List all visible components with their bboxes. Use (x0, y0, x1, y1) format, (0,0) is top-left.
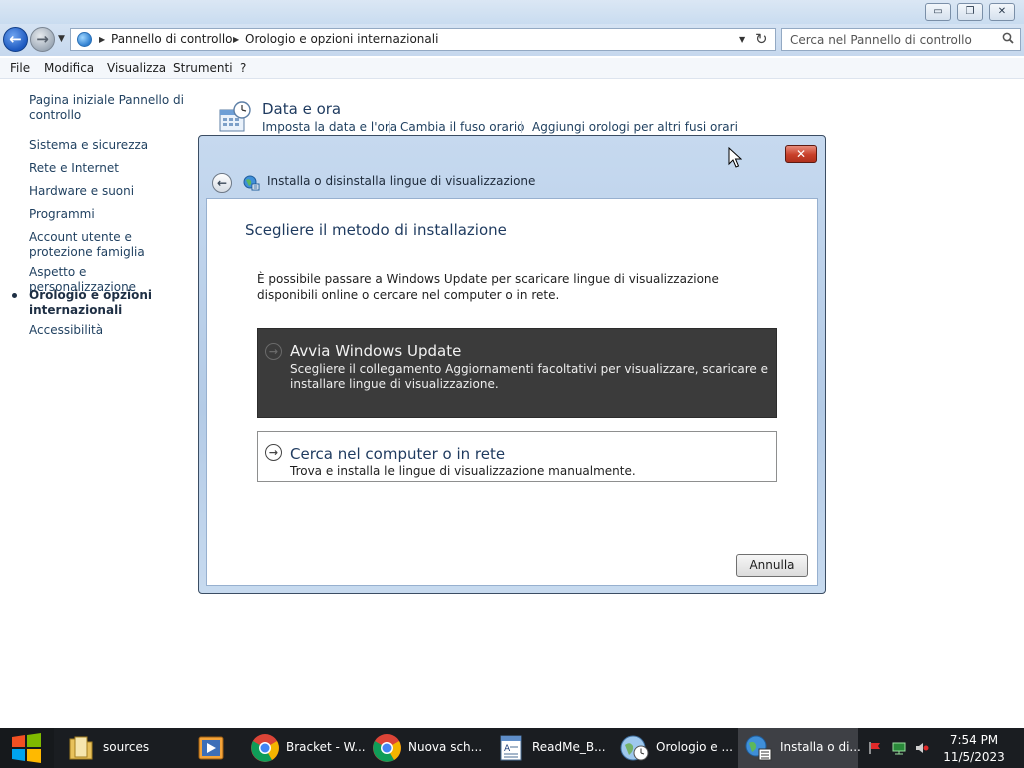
dialog-heading: Scegliere il metodo di installazione (245, 221, 507, 239)
chrome-icon (251, 734, 279, 762)
chrome-icon (373, 734, 401, 762)
address-row: ← → ▼ ▶ Pannello di controllo ▶ Orologio… (0, 24, 1024, 56)
minimize-button[interactable]: ▭ (925, 3, 951, 21)
folder-icon (69, 736, 93, 760)
close-button[interactable]: ✕ (989, 3, 1015, 21)
cancel-button[interactable]: Annulla (736, 554, 808, 577)
taskbar-item-install-language[interactable]: Installa o di... (738, 728, 861, 768)
breadcrumb-clock-region[interactable]: Orologio e opzioni internazionali (245, 32, 438, 46)
menu-visualizza[interactable]: Visualizza (107, 61, 166, 75)
breadcrumb-chevron-icon[interactable]: ▶ (99, 35, 105, 44)
clock-date[interactable]: 11/5/2023 (935, 750, 1013, 764)
sidebar-item-programs[interactable]: Programmi (29, 207, 189, 222)
menu-help[interactable]: ? (240, 61, 246, 75)
control-panel-icon (77, 32, 92, 47)
taskbar-item-chrome-bracket[interactable]: Bracket - W... (244, 728, 366, 768)
address-dropdown-icon[interactable]: ▼ (739, 35, 745, 44)
taskbar-item-sources[interactable]: sources (58, 728, 180, 768)
option-windows-update[interactable]: → Avvia Windows Update Scegliere il coll… (257, 328, 777, 418)
sidebar-item-network[interactable]: Rete e Internet (29, 161, 189, 176)
install-language-dialog: ✕ ← Installa o disinstalla lingue di vis… (198, 135, 826, 594)
sidebar-item-system-security[interactable]: Sistema e sicurezza (29, 138, 189, 153)
dialog-back-button[interactable]: ← (212, 173, 232, 193)
link-add-clocks[interactable]: Aggiungi orologi per altri fusi orari (532, 120, 738, 134)
sidebar-item-home[interactable]: Pagina iniziale Pannello di controllo (29, 93, 189, 123)
taskbar-item-chrome-new-tab[interactable]: Nuova sch... (366, 728, 482, 768)
arrow-right-icon: → (265, 444, 282, 461)
control-panel-clock-icon (620, 735, 649, 761)
active-bullet-icon (12, 293, 17, 298)
option-description: Trova e installa le lingue di visualizza… (290, 464, 636, 478)
network-icon[interactable] (892, 741, 906, 755)
forward-button[interactable]: → (30, 27, 55, 52)
taskbar: sources Bracket - W... Nuova sch... A Re… (0, 728, 1024, 768)
volume-muted-icon[interactable] (915, 741, 929, 755)
category-title[interactable]: Data e ora (262, 100, 341, 118)
taskbar-item-wordpad[interactable]: A ReadMe_B... (490, 728, 606, 768)
date-time-icon[interactable] (219, 101, 251, 133)
sidebar-item-accessibility[interactable]: Accessibilità (29, 323, 189, 338)
option-description: Scegliere il collegamento Aggiornamenti … (290, 362, 769, 391)
menu-bar: File Modifica Visualizza Strumenti ? (0, 58, 1024, 79)
search-input[interactable]: Cerca nel Pannello di controllo (781, 28, 1021, 51)
dialog-description: È possibile passare a Windows Update per… (257, 272, 719, 302)
start-button[interactable] (0, 728, 54, 768)
media-player-icon (198, 736, 224, 760)
refresh-icon[interactable]: ↻ (755, 30, 768, 48)
svg-text:A: A (504, 744, 511, 754)
sidebar-item-user-accounts[interactable]: Account utente e protezione famiglia (29, 230, 189, 260)
breadcrumb-chevron-icon[interactable]: ▶ (233, 35, 239, 44)
dialog-content: Scegliere il metodo di installazione È p… (206, 198, 818, 586)
back-button[interactable]: ← (3, 27, 28, 52)
dialog-close-button[interactable]: ✕ (785, 145, 817, 163)
option-title: Avvia Windows Update (290, 342, 462, 360)
option-browse-computer[interactable]: → Cerca nel computer o in rete Trova e i… (257, 431, 777, 482)
taskbar-item-media-player[interactable] (184, 728, 238, 768)
window-titlebar: ▭ ❐ ✕ (0, 0, 1024, 24)
address-bar[interactable]: ▶ Pannello di controllo ▶ Orologio e opz… (70, 28, 776, 51)
action-center-flag-icon[interactable] (868, 741, 882, 755)
windows-logo-icon (12, 733, 41, 763)
search-icon[interactable] (1002, 32, 1014, 44)
menu-modifica[interactable]: Modifica (44, 61, 94, 75)
link-divider (389, 121, 390, 133)
language-install-icon (745, 735, 772, 761)
mouse-pointer-icon (728, 147, 742, 168)
option-title: Cerca nel computer o in rete (290, 445, 506, 463)
menu-strumenti[interactable]: Strumenti (173, 61, 233, 75)
dialog-title: Installa o disinstalla lingue di visuali… (267, 174, 536, 188)
taskbar-item-clock-region[interactable]: Orologio e ... (614, 728, 733, 768)
recent-pages-icon[interactable]: ▼ (58, 34, 65, 44)
sidebar-item-hardware[interactable]: Hardware e suoni (29, 184, 189, 199)
link-set-date-time[interactable]: Imposta la data e l'ora (262, 120, 397, 134)
clock-time[interactable]: 7:54 PM (935, 733, 1013, 747)
sidebar-item-clock-region[interactable]: Orologio e opzioni internazionali (29, 288, 189, 318)
link-change-timezone[interactable]: Cambia il fuso orario (400, 120, 525, 134)
menu-file[interactable]: File (10, 61, 30, 75)
arrow-right-icon: → (265, 343, 282, 360)
breadcrumb-control-panel[interactable]: Pannello di controllo (111, 32, 233, 46)
language-globe-icon (243, 175, 260, 191)
search-placeholder: Cerca nel Pannello di controllo (790, 33, 972, 47)
link-divider (521, 121, 522, 133)
wordpad-icon: A (500, 735, 522, 761)
restore-button[interactable]: ❐ (957, 3, 983, 21)
